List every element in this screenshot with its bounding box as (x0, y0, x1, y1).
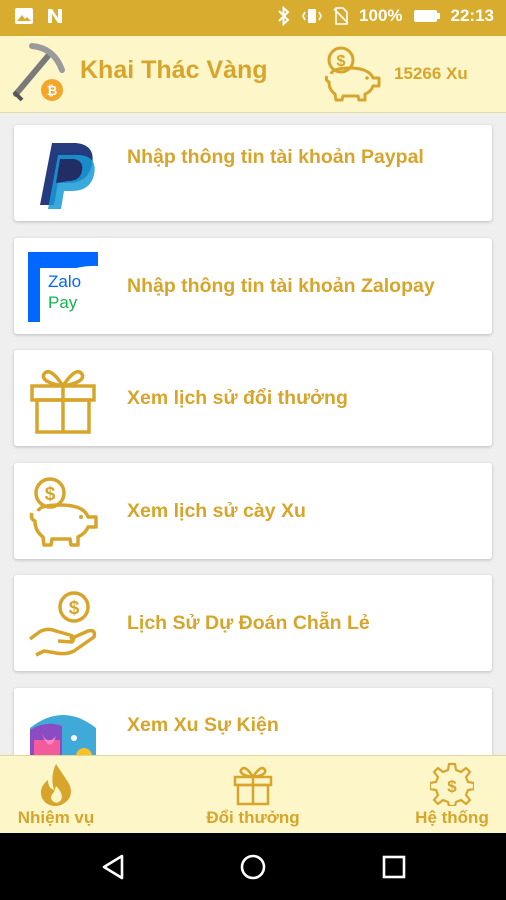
battery-percent: 100% (359, 6, 403, 25)
back-icon[interactable] (100, 853, 126, 881)
svg-text:$: $ (447, 777, 457, 796)
app-header: ₿ Khai Thác Vàng $ 15266 Xu (0, 36, 506, 113)
nav-label: Đổi thưởng (206, 808, 300, 827)
menu-item-label: Nhập thông tin tài khoản Paypal (127, 146, 424, 168)
menu-item-zalopay[interactable]: Zalo Pay Nhập thông tin tài khoản Zalopa… (14, 238, 492, 334)
bottom-navigation: Nhiệm vụ Đổi thưởng $ Hệ thống (0, 755, 506, 834)
paypal-icon (26, 137, 100, 209)
svg-text:$: $ (45, 484, 56, 505)
zalopay-icon: Zalo Pay (26, 250, 100, 322)
menu-item-paypal[interactable]: Nhập thông tin tài khoản Paypal (14, 125, 492, 221)
battery-icon (413, 10, 440, 22)
pickaxe-bitcoin-logo-icon: ₿ (12, 43, 65, 102)
piggy-bank-icon: $ (324, 46, 381, 102)
no-sim-icon (333, 7, 349, 25)
home-icon[interactable] (239, 853, 267, 881)
zalopay-logo-line1: Zalo (48, 272, 81, 291)
menu-item-coin-history[interactable]: $ Xem lịch sử cày Xu (14, 463, 492, 559)
menu-item-label: Nhập thông tin tài khoản Zalopay (127, 275, 435, 297)
zalopay-logo-line2: Pay (48, 293, 78, 312)
nav-label: Hệ thống (415, 808, 489, 827)
svg-text:₿: ₿ (47, 83, 58, 98)
nav-label: Nhiệm vụ (17, 808, 95, 827)
bluetooth-icon (278, 6, 290, 26)
menu-item-reward-history[interactable]: Xem lịch sử đổi thưởng (14, 350, 492, 446)
gear-icon: $ (430, 762, 474, 806)
nav-tab-system[interactable]: $ Hệ thống (404, 756, 500, 834)
menu-item-label: Xem Xu Sự Kiện (127, 714, 279, 736)
svg-text:$: $ (69, 598, 80, 619)
recents-icon[interactable] (381, 854, 407, 880)
piggy-bank-icon: $ (26, 475, 100, 547)
menu-item-label: Xem lịch sử đổi thưởng (127, 387, 348, 409)
clock: 22:13 (450, 6, 494, 25)
gift-icon (26, 362, 100, 434)
menu-item-label: Xem lịch sử cày Xu (127, 500, 306, 522)
nav-tab-rewards[interactable]: Đổi thưởng (198, 756, 308, 834)
system-navigation-bar (0, 833, 506, 900)
image-notification-icon (15, 8, 33, 24)
menu-item-event-coins[interactable]: Xem Xu Sự Kiện (14, 688, 492, 755)
n-notification-icon (48, 9, 62, 23)
menu-list[interactable]: Nhập thông tin tài khoản Paypal Zalo Pay… (0, 114, 506, 755)
menu-item-label: Lịch Sử Dự Đoán Chẵn Lẻ (127, 612, 370, 634)
coin-balance: 15266 Xu (394, 64, 468, 83)
nav-tab-missions[interactable]: Nhiệm vụ (6, 756, 106, 834)
status-bar: 100% 22:13 (0, 0, 506, 36)
menu-item-prediction-history[interactable]: $ Lịch Sử Dự Đoán Chẵn Lẻ (14, 575, 492, 671)
coin-hand-icon: $ (26, 587, 100, 659)
fire-icon (40, 764, 71, 806)
vibrate-icon (302, 9, 322, 23)
event-gift-icon (26, 700, 100, 755)
app-title: Khai Thác Vàng (80, 56, 268, 84)
gift-icon (233, 766, 273, 806)
